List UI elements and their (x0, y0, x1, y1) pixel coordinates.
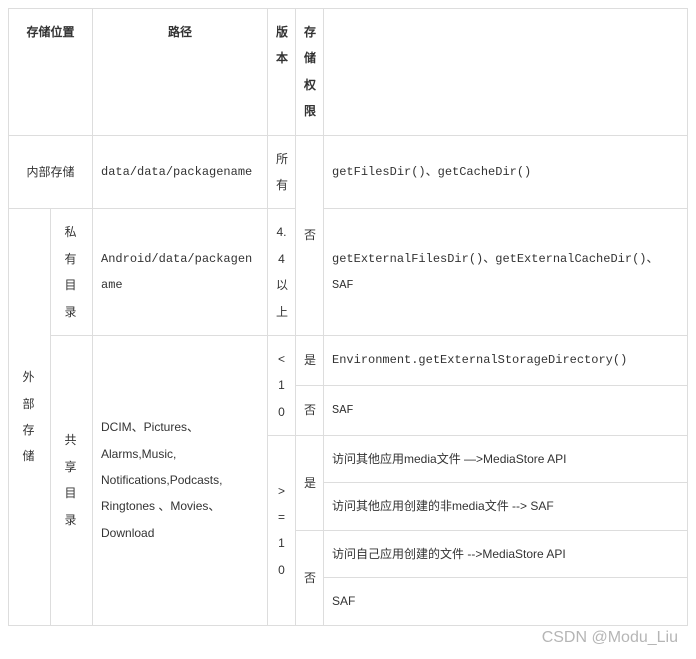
header-location: 存储位置 (9, 9, 93, 136)
cell-ge10-no-api2: SAF (324, 578, 688, 625)
cell-shared-path: DCIM、Pictures、Alarms,Music, Notification… (93, 335, 268, 625)
cell-internal-version: 所有 (268, 135, 296, 209)
header-path: 路径 (93, 9, 268, 136)
cell-internal-permission: 否 (296, 135, 324, 335)
cell-ge10-yes-perm: 是 (296, 436, 324, 531)
cell-ge10-yes-api1: 访问其他应用media文件 —>MediaStore API (324, 436, 688, 483)
row-shared-lt10-yes: 共享目录 DCIM、Pictures、Alarms,Music, Notific… (9, 335, 688, 385)
header-version: 版本 (268, 9, 296, 136)
cell-lt10-version: < 1 0 (268, 335, 296, 435)
row-internal: 内部存储 data/data/packagename 所有 否 getFiles… (9, 135, 688, 209)
cell-internal-api: getFilesDir()、getCacheDir() (324, 135, 688, 209)
cell-private-path: Android/data/packagename (93, 209, 268, 336)
cell-shared-label: 共享目录 (51, 335, 93, 625)
watermark: CSDN @Modu_Liu (542, 629, 678, 647)
cell-lt10-yes-perm: 是 (296, 335, 324, 385)
cell-ge10-no-api1: 访问自己应用创建的文件 -->MediaStore API (324, 530, 688, 577)
table-header-row: 存储位置 路径 版本 存储权限 (9, 9, 688, 136)
cell-internal-label: 内部存储 (9, 135, 93, 209)
cell-ge10-no-perm: 否 (296, 530, 324, 625)
cell-private-label: 私有目录 (51, 209, 93, 336)
cell-internal-path: data/data/packagename (93, 135, 268, 209)
header-api (324, 9, 688, 136)
row-external-private: 外 部存储 私有目录 Android/data/packagename 4.4以… (9, 209, 688, 336)
cell-lt10-no-perm: 否 (296, 385, 324, 435)
cell-lt10-yes-api: Environment.getExternalStorageDirectory(… (324, 335, 688, 385)
cell-external-label: 外 部存储 (9, 209, 51, 625)
header-permission: 存储权限 (296, 9, 324, 136)
cell-private-api: getExternalFilesDir()、getExternalCacheDi… (324, 209, 688, 336)
cell-private-version: 4.4以上 (268, 209, 296, 336)
cell-ge10-yes-api2: 访问其他应用创建的非media文件 --> SAF (324, 483, 688, 530)
storage-table: 存储位置 路径 版本 存储权限 内部存储 data/data/packagena… (8, 8, 688, 626)
cell-lt10-no-api: SAF (324, 385, 688, 435)
cell-ge10-version: > = 1 0 (268, 436, 296, 626)
